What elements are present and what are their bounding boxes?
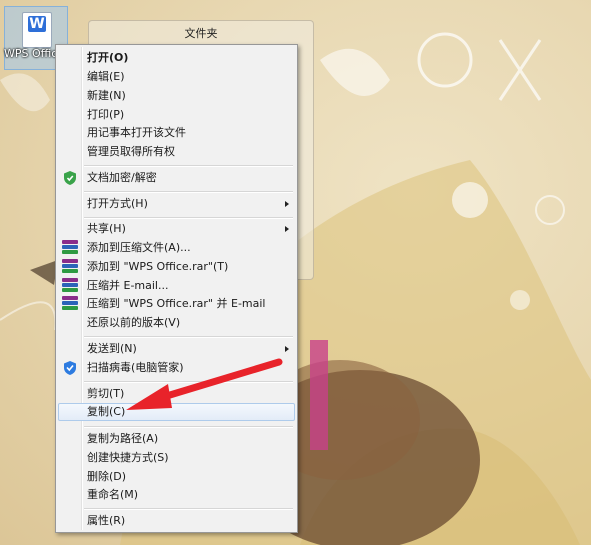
desktop: 文件夹 W WPS Office 打开(O) 编辑(E) 新建(N) 打印(P)… <box>0 0 591 545</box>
menu-separator <box>84 191 293 193</box>
winrar-icon <box>62 259 78 275</box>
menu-item-share[interactable]: 共享(H) <box>58 220 295 238</box>
menu-item-take-ownership[interactable]: 管理员取得所有权 <box>58 143 295 161</box>
menu-item-create-shortcut[interactable]: 创建快捷方式(S) <box>58 449 295 467</box>
menu-separator <box>84 508 293 510</box>
menu-separator <box>84 336 293 338</box>
menu-item-label: 打开方式(H) <box>87 197 148 210</box>
menu-item-label: 压缩到 "WPS Office.rar" 并 E-mail <box>87 297 266 310</box>
menu-item-label: 打印(P) <box>87 108 125 121</box>
menu-item-delete[interactable]: 删除(D) <box>58 468 295 486</box>
menu-item-label: 共享(H) <box>87 222 126 235</box>
menu-item-open-with-notepad[interactable]: 用记事本打开该文件 <box>58 124 295 142</box>
menu-item-add-to-archive[interactable]: 添加到压缩文件(A)... <box>58 239 295 257</box>
menu-item-edit[interactable]: 编辑(E) <box>58 68 295 86</box>
menu-item-compress-to-rar-and-email[interactable]: 压缩到 "WPS Office.rar" 并 E-mail <box>58 295 295 313</box>
menu-item-label: 编辑(E) <box>87 70 125 83</box>
menu-item-label: 打开(O) <box>87 51 129 64</box>
menu-item-open-with[interactable]: 打开方式(H) <box>58 195 295 213</box>
menu-item-open[interactable]: 打开(O) <box>58 49 295 67</box>
winrar-icon <box>62 240 78 256</box>
menu-item-label: 管理员取得所有权 <box>87 145 175 158</box>
menu-item-compress-and-email[interactable]: 压缩并 E-mail... <box>58 277 295 295</box>
menu-item-virus-scan[interactable]: 扫描病毒(电脑管家) <box>58 359 295 377</box>
submenu-arrow-icon <box>285 346 289 352</box>
menu-item-cut[interactable]: 剪切(T) <box>58 385 295 403</box>
menu-item-label: 发送到(N) <box>87 342 137 355</box>
menu-item-encrypt-decrypt[interactable]: 文档加密/解密 <box>58 169 295 187</box>
menu-item-label: 创建快捷方式(S) <box>87 451 169 464</box>
wps-logo-letter: W <box>28 16 46 32</box>
menu-item-label: 添加到压缩文件(A)... <box>87 241 191 254</box>
folder-window-title: 文件夹 <box>184 27 218 40</box>
menu-item-label: 删除(D) <box>87 470 127 483</box>
menu-item-add-to-rar[interactable]: 添加到 "WPS Office.rar"(T) <box>58 258 295 276</box>
menu-item-label: 复制为路径(A) <box>87 432 159 445</box>
menu-separator <box>84 426 293 428</box>
menu-separator <box>84 165 293 167</box>
menu-item-label: 扫描病毒(电脑管家) <box>87 361 184 374</box>
menu-item-new[interactable]: 新建(N) <box>58 87 295 105</box>
menu-item-print[interactable]: 打印(P) <box>58 106 295 124</box>
menu-item-label: 属性(R) <box>87 514 126 527</box>
menu-item-copy-as-path[interactable]: 复制为路径(A) <box>58 430 295 448</box>
submenu-arrow-icon <box>285 226 289 232</box>
shield-icon <box>64 171 76 185</box>
menu-item-label: 文档加密/解密 <box>87 171 157 184</box>
menu-item-label: 新建(N) <box>87 89 126 102</box>
menu-item-label: 重命名(M) <box>87 488 139 501</box>
wps-document-icon: W <box>22 12 52 48</box>
menu-item-restore-previous-versions[interactable]: 还原以前的版本(V) <box>58 314 295 332</box>
menu-item-label: 复制(C) <box>87 405 126 418</box>
menu-item-copy[interactable]: 复制(C) <box>58 403 295 421</box>
menu-item-label: 剪切(T) <box>87 387 125 400</box>
menu-item-label: 还原以前的版本(V) <box>87 316 181 329</box>
menu-item-label: 用记事本打开该文件 <box>87 126 186 139</box>
submenu-arrow-icon <box>285 201 289 207</box>
menu-item-label: 压缩并 E-mail... <box>87 279 169 292</box>
menu-item-send-to[interactable]: 发送到(N) <box>58 340 295 358</box>
menu-item-properties[interactable]: 属性(R) <box>58 512 295 530</box>
winrar-icon <box>62 278 78 294</box>
menu-item-rename[interactable]: 重命名(M) <box>58 486 295 504</box>
winrar-icon <box>62 296 78 312</box>
menu-separator <box>84 381 293 383</box>
context-menu: 打开(O) 编辑(E) 新建(N) 打印(P) 用记事本打开该文件 管理员取得所… <box>55 44 298 533</box>
menu-item-label: 添加到 "WPS Office.rar"(T) <box>87 260 229 273</box>
menu-separator <box>84 217 293 219</box>
antivirus-icon <box>64 361 76 375</box>
